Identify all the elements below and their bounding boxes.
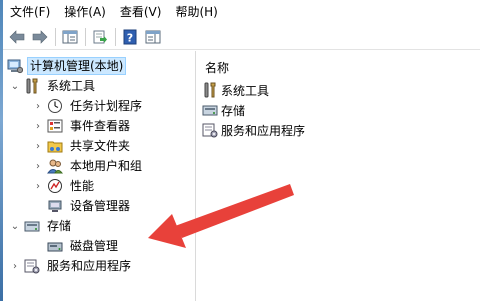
tools-icon [26,78,38,94]
tree-item-performance[interactable]: › 性能 [32,176,96,196]
forward-arrow-icon [32,30,48,44]
menu-bar: 文件(F) 操作(A) 查看(V) 帮助(H) [3,0,480,25]
menu-view[interactable]: 查看(V) [113,0,169,25]
console-tree-icon [62,30,78,44]
back-button[interactable] [7,27,27,47]
tools-icon [204,82,216,98]
forward-button[interactable] [30,27,50,47]
svg-text:?: ? [127,32,133,45]
services-icon [202,123,218,138]
device-manager-icon [48,200,62,212]
export-list-button[interactable] [90,27,110,47]
collapse-chevron-icon[interactable]: ⌄ [9,216,21,236]
list-item-services-applications[interactable]: 服务和应用程序 [202,121,305,139]
tree-item-system-tools[interactable]: ⌄ 系统工具 [9,76,97,96]
list-item-label: 服务和应用程序 [221,123,306,138]
action-pane-icon [145,30,161,44]
tree-item-disk-management[interactable]: 磁盘管理 [47,236,120,256]
menu-file[interactable]: 文件(F) [3,0,57,25]
expand-chevron-icon[interactable]: › [32,176,44,196]
show-action-pane-button[interactable] [143,27,163,47]
column-header-name[interactable]: 名称 [205,59,229,76]
menu-help[interactable]: 帮助(H) [168,0,224,25]
expand-chevron-icon[interactable]: › [32,116,44,136]
computer-management-icon [7,59,23,74]
performance-icon [48,179,62,193]
back-arrow-icon [9,30,25,44]
tree-item-task-scheduler[interactable]: › 任务计划程序 [32,96,144,116]
services-icon [24,259,40,274]
tree-item-device-manager[interactable]: 设备管理器 [47,196,132,216]
clock-icon [48,99,62,113]
list-item-label: 存储 [221,103,246,118]
list-item-storage[interactable]: 存储 [202,101,245,119]
toolbar-separator [115,28,116,46]
list-item-label: 系统工具 [221,83,270,98]
tree-label: 存储 [47,219,72,233]
tree-item-local-users-groups[interactable]: › 本地用户和组 [32,156,144,176]
show-hide-tree-button[interactable] [60,27,80,47]
tree-item-storage[interactable]: ⌄ 存储 [9,216,73,236]
tree-label: 服务和应用程序 [47,259,132,273]
tree-item-root[interactable]: 计算机管理(本地) [7,56,127,76]
expand-chevron-icon[interactable]: › [32,96,44,116]
tree-label: 设备管理器 [70,199,131,213]
console-tree-pane: 计算机管理(本地) ⌄ 系统工具 › 任务计划程序 › 事件查看器 › 共享文件… [3,51,196,301]
expand-chevron-icon[interactable]: › [32,136,44,156]
tree-label: 事件查看器 [70,119,131,133]
export-icon [93,30,107,44]
details-pane: 名称 系统工具 存储 服务和应用程序 [198,51,480,301]
menu-action[interactable]: 操作(A) [57,0,113,25]
tree-label: 共享文件夹 [70,139,131,153]
toolbar-separator [85,28,86,46]
tree-item-event-viewer[interactable]: › 事件查看器 [32,116,132,136]
collapse-chevron-icon[interactable]: ⌄ [9,76,21,96]
help-icon: ? [123,29,137,45]
disk-management-icon [47,242,63,252]
tree-label: 任务计划程序 [70,99,143,113]
list-item-system-tools[interactable]: 系统工具 [202,81,269,99]
toolbar: ? [3,25,480,50]
tree-item-services-applications[interactable]: › 服务和应用程序 [9,256,133,276]
expand-chevron-icon[interactable]: › [32,156,44,176]
toolbar-separator [55,28,56,46]
shared-folder-icon [47,141,63,153]
event-viewer-icon [47,119,63,133]
users-icon [47,159,63,174]
expand-chevron-icon[interactable]: › [9,256,21,276]
tree-label: 系统工具 [47,79,96,93]
computer-management-window: 文件(F) 操作(A) 查看(V) 帮助(H) ? 计算机管理(本地) ⌄ 系统… [0,0,480,301]
tree-item-shared-folders[interactable]: › 共享文件夹 [32,136,132,156]
tree-label: 计算机管理(本地) [26,57,127,75]
storage-icon [202,105,218,116]
tree-label: 磁盘管理 [70,239,119,253]
storage-icon [24,221,40,232]
tree-label: 本地用户和组 [70,159,143,173]
help-button[interactable]: ? [120,27,140,47]
tree-label: 性能 [70,179,95,193]
